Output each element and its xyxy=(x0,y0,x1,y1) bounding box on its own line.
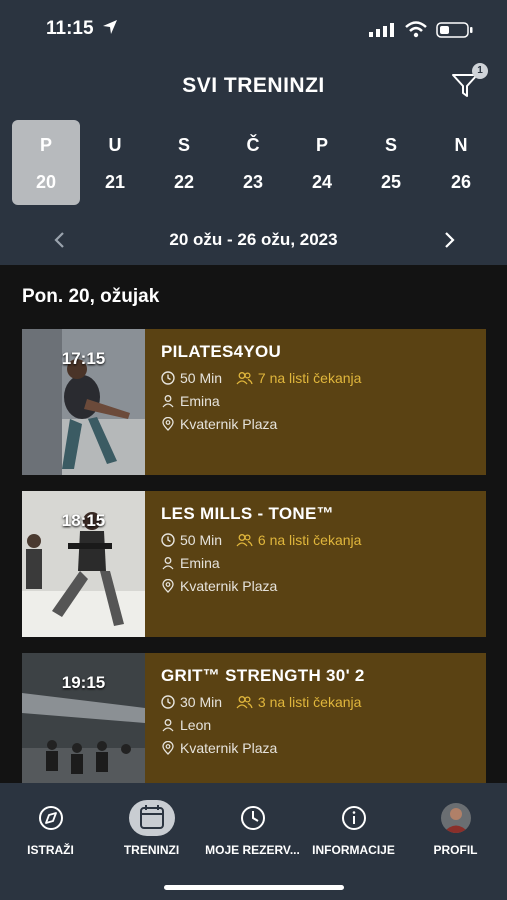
day-number: 20 xyxy=(35,172,57,192)
class-trainer-row: Emina xyxy=(161,393,220,409)
person-icon xyxy=(162,719,174,732)
class-name: LES MILLS - TONE™ xyxy=(161,504,334,523)
filter-count-badge: 1 xyxy=(472,63,488,79)
day-sunday-26[interactable]: N 26 xyxy=(427,120,495,205)
person-icon xyxy=(162,557,174,570)
day-monday-20[interactable]: P 20 xyxy=(12,120,80,205)
week-day-picker: P 20 U 21 S 22 Č 23 P 24 S 25 N 26 xyxy=(0,120,507,206)
next-week-chevron-icon[interactable] xyxy=(437,228,461,252)
person-icon xyxy=(162,395,174,408)
day-letter: P xyxy=(39,135,52,155)
tab-label: TRENINZI xyxy=(123,843,180,857)
class-location: Kvaternik Plaza xyxy=(180,416,278,432)
class-trainer: Emina xyxy=(180,555,220,571)
class-duration: 50 Min xyxy=(180,532,223,548)
info-icon xyxy=(331,800,377,836)
class-location: Kvaternik Plaza xyxy=(180,578,278,594)
day-number: 22 xyxy=(173,172,195,192)
clock-icon xyxy=(230,800,276,836)
page-title: SVI TRENINZI xyxy=(182,74,325,97)
class-location-row: Kvaternik Plaza xyxy=(161,416,277,432)
tab-label: ISTRAŽI xyxy=(27,843,74,857)
class-card[interactable]: 18:15 LES MILLS - TONE™ 50 Min 6 na list… xyxy=(22,491,486,637)
day-thursday-23[interactable]: Č 23 xyxy=(219,120,287,205)
clock-icon xyxy=(161,533,175,547)
day-saturday-25[interactable]: S 25 xyxy=(357,120,425,205)
tab-treninzi[interactable]: TRENINZI xyxy=(101,783,202,863)
class-trainer: Leon xyxy=(180,717,212,733)
location-arrow-icon xyxy=(103,20,117,34)
class-meta-row: 50 Min 7 na listi čekanja xyxy=(161,370,361,386)
tab-istrazi[interactable]: ISTRAŽI xyxy=(0,783,101,863)
users-icon xyxy=(236,372,253,385)
class-name: PILATES4YOU xyxy=(161,342,282,361)
class-waitlist: 6 na listi čekanja xyxy=(257,532,362,548)
day-letter: S xyxy=(384,135,397,155)
status-time: 11:15 xyxy=(46,18,94,39)
users-icon xyxy=(236,534,253,547)
users-icon xyxy=(236,696,253,709)
day-number: 21 xyxy=(104,172,126,192)
tab-label: MOJE REZERV... xyxy=(205,843,300,857)
class-card[interactable]: 17:15 PILATES4YOU 50 Min 7 na listi čeka… xyxy=(22,329,486,475)
tab-informacije[interactable]: INFORMACIJE xyxy=(303,783,404,863)
location-pin-icon xyxy=(162,578,174,593)
day-number: 23 xyxy=(242,172,264,192)
day-wednesday-22[interactable]: S 22 xyxy=(150,120,218,205)
class-time: 17:15 xyxy=(61,349,106,368)
day-letter: P xyxy=(315,135,328,155)
class-duration: 50 Min xyxy=(180,370,223,386)
calendar-icon xyxy=(128,800,175,836)
tab-profil[interactable]: PROFIL xyxy=(405,783,506,863)
bottom-tab-bar: ISTRAŽI TRENINZI MOJE REZERV... INFORMAC… xyxy=(0,783,507,900)
tab-moje-rezervacije[interactable]: MOJE REZERV... xyxy=(202,783,303,863)
class-location-row: Kvaternik Plaza xyxy=(161,578,277,594)
location-pin-icon xyxy=(162,740,174,755)
compass-icon xyxy=(28,800,74,836)
battery-icon xyxy=(436,22,473,38)
home-indicator xyxy=(164,885,344,890)
cellular-signal-icon xyxy=(369,23,394,37)
class-name: GRIT™ STRENGTH 30' 2 xyxy=(161,666,365,685)
class-trainer-row: Leon xyxy=(161,717,211,733)
clock-icon xyxy=(161,695,175,709)
class-location-row: Kvaternik Plaza xyxy=(161,740,277,756)
day-letter: S xyxy=(177,135,190,155)
tab-label: INFORMACIJE xyxy=(312,843,395,857)
class-time: 18:15 xyxy=(61,511,106,530)
day-letter: Č xyxy=(246,135,260,155)
clock-icon xyxy=(161,371,175,385)
day-letter: N xyxy=(454,135,468,155)
class-location: Kvaternik Plaza xyxy=(180,740,278,756)
class-waitlist: 3 na listi čekanja xyxy=(257,694,362,710)
header: 11:15 SVI TRENINZI 1 P 20 U 21 S 22 Č 23… xyxy=(0,0,507,265)
day-number: 26 xyxy=(450,172,472,192)
day-number: 25 xyxy=(380,172,402,192)
status-bar: 11:15 xyxy=(0,14,507,44)
class-duration: 30 Min xyxy=(180,694,223,710)
day-tuesday-21[interactable]: U 21 xyxy=(81,120,149,205)
tab-label: PROFIL xyxy=(433,843,478,857)
location-pin-icon xyxy=(162,416,174,431)
day-letter: U xyxy=(108,135,122,155)
class-meta-row: 50 Min 6 na listi čekanja xyxy=(161,532,361,548)
week-range: 20 ožu - 26 ožu, 2023 xyxy=(169,230,338,249)
date-heading: Pon. 20, ožujak xyxy=(22,286,160,307)
class-time: 19:15 xyxy=(61,673,106,692)
class-meta-row: 30 Min 3 na listi čekanja xyxy=(161,694,361,710)
day-number: 24 xyxy=(311,172,333,192)
day-friday-24[interactable]: P 24 xyxy=(288,120,356,205)
class-waitlist: 7 na listi čekanja xyxy=(257,370,362,386)
avatar xyxy=(433,800,479,836)
class-trainer: Emina xyxy=(180,393,220,409)
wifi-icon xyxy=(405,21,427,38)
class-trainer-row: Emina xyxy=(161,555,220,571)
class-card[interactable]: 19:15 GRIT™ STRENGTH 30' 2 30 Min 3 na l… xyxy=(22,653,486,783)
